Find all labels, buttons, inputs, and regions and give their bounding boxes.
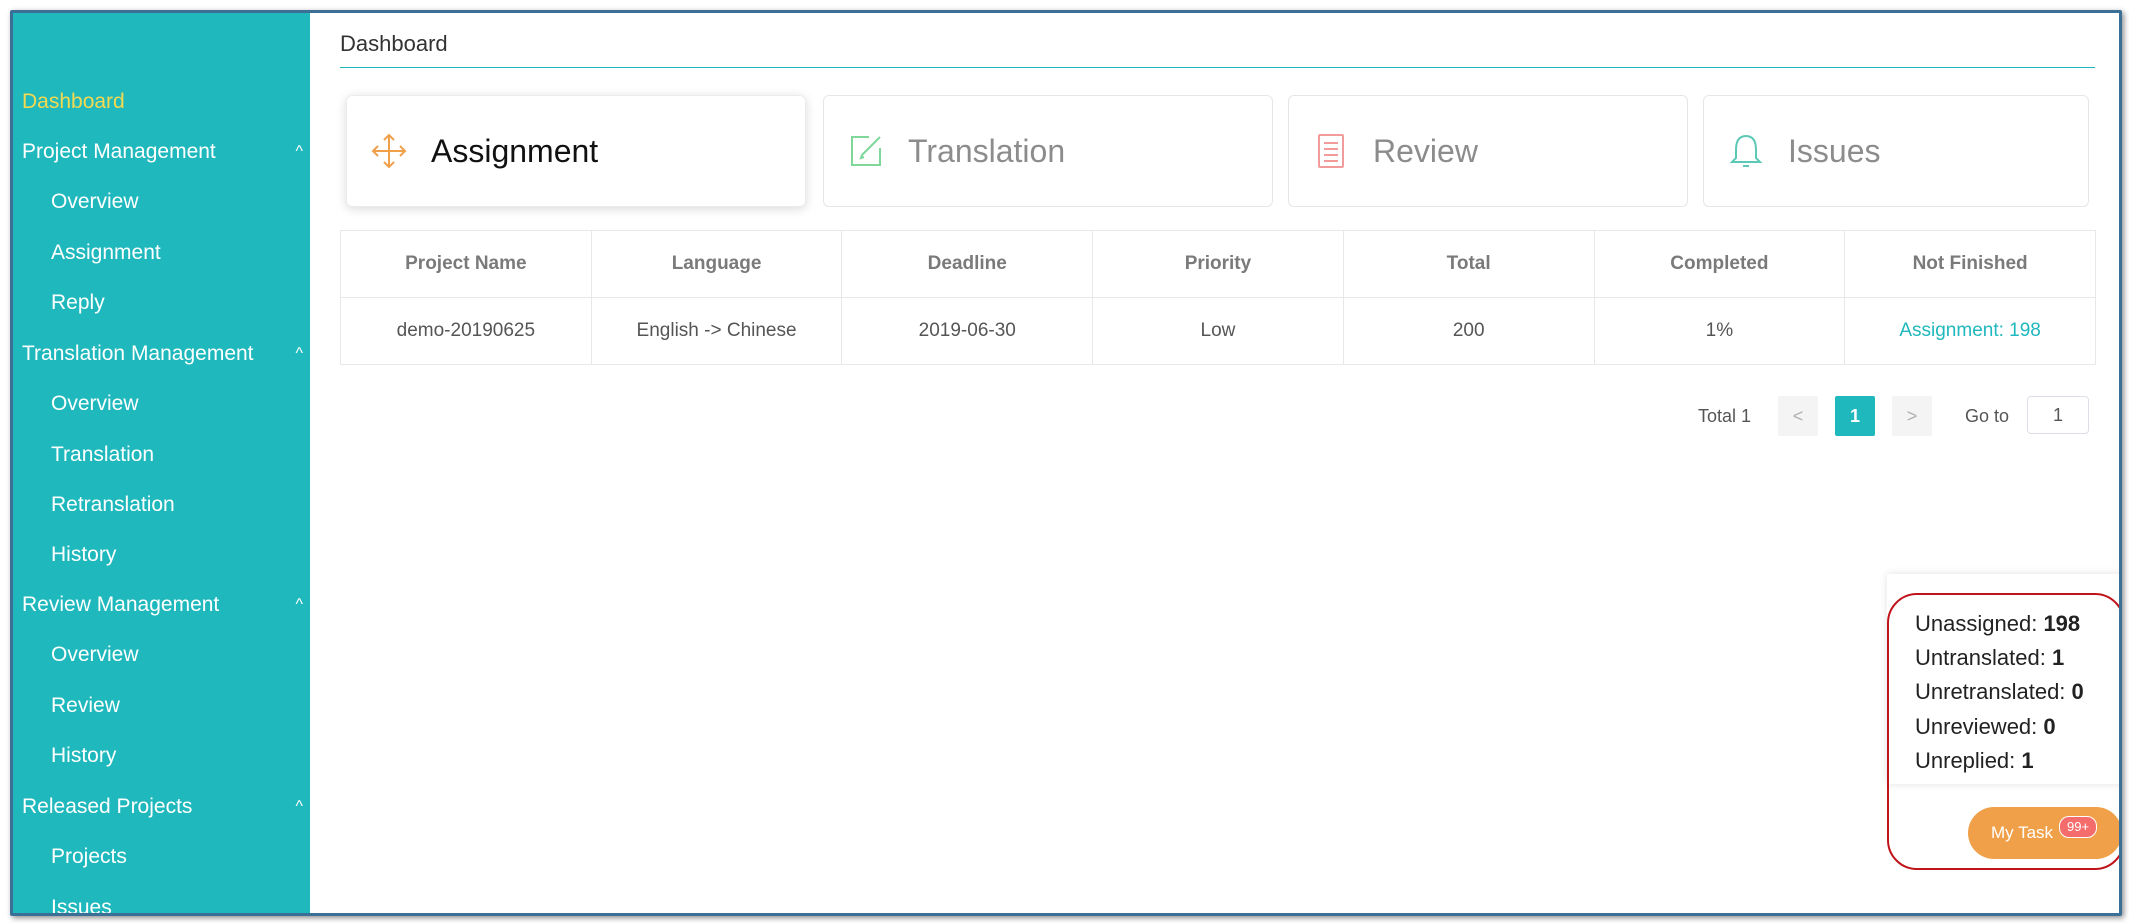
sidebar-item-review-management[interactable]: Review Management ^ (13, 582, 319, 628)
sidebar-item-label: Overview (51, 392, 139, 415)
sidebar-item-label: Projects (51, 845, 127, 868)
goto-page-input[interactable] (2027, 396, 2089, 434)
sidebar-item-translation-history[interactable]: History (13, 532, 348, 578)
sidebar-item-assignment[interactable]: Assignment (13, 230, 348, 276)
sidebar-item-label: Translation (51, 443, 155, 466)
task-summary-item: Unretranslated: 0 (1915, 679, 2084, 705)
goto-label: Go to (1965, 406, 2010, 426)
sidebar-item-retranslation[interactable]: Retranslation (13, 482, 348, 528)
tab-label: Translation (908, 132, 1066, 169)
chevron-up-icon: ^ (295, 798, 303, 815)
sidebar-item-label: Retranslation (51, 493, 175, 516)
tab-review[interactable]: Review (1288, 95, 1688, 207)
tab-label: Issues (1788, 132, 1881, 169)
next-page-button[interactable]: > (1892, 396, 1932, 436)
page-number-button[interactable]: 1 (1835, 396, 1875, 436)
sidebar-item-label: Review (51, 694, 120, 717)
task-summary-label: Untranslated: (1915, 645, 2046, 670)
sidebar-item-issues[interactable]: Issues (13, 885, 348, 916)
sidebar-item-label: History (51, 744, 117, 767)
column-header-completed[interactable]: Completed (1593, 230, 1846, 298)
app-window: Dashboard Project Management ^ Overview A… (10, 10, 2122, 916)
my-task-button[interactable]: My Task 99+ (1968, 807, 2119, 859)
sidebar-item-translation[interactable]: Translation (13, 432, 348, 478)
sidebar-item-label: Translation Management (22, 342, 254, 365)
tab-translation[interactable]: Translation (823, 95, 1273, 207)
breadcrumb: Dashboard (340, 31, 2095, 68)
sidebar-item-label: Dashboard (22, 90, 125, 113)
task-summary-label: Unreviewed: (1915, 714, 2038, 739)
project-table: Project Name Language Deadline Priority … (340, 230, 2096, 365)
task-count-badge: 99+ (2059, 816, 2098, 838)
column-header-priority[interactable]: Priority (1092, 230, 1344, 298)
bell-icon (1726, 131, 1766, 171)
sidebar-item-label: Review Management (22, 593, 220, 616)
cell-priority: Low (1092, 297, 1344, 365)
sidebar-item-label: History (51, 543, 117, 566)
task-summary-value: 0 (2043, 714, 2056, 739)
cell-language: English -> Chinese (590, 297, 843, 365)
cell-project-name: demo-20190625 (340, 297, 592, 365)
task-summary-value: 0 (2071, 679, 2084, 704)
sidebar-item-label: Assignment (51, 241, 161, 264)
task-summary-value: 198 (2043, 611, 2081, 636)
tab-issues[interactable]: Issues (1703, 95, 2089, 207)
sidebar-item-label: Issues (51, 896, 112, 916)
sidebar-item-translation-overview[interactable]: Overview (13, 381, 348, 427)
sidebar-item-project-management[interactable]: Project Management ^ (13, 129, 319, 175)
column-header-project-name[interactable]: Project Name (340, 230, 592, 298)
not-finished-link[interactable]: Assignment: 198 (1844, 297, 2096, 365)
cell-completed: 1% (1593, 297, 1846, 365)
sidebar-item-reply[interactable]: Reply (13, 280, 348, 326)
edit-icon (846, 131, 886, 171)
tab-label: Assignment (431, 132, 599, 169)
pagination-total: Total 1 (1698, 406, 1752, 426)
tab-label: Review (1373, 132, 1478, 169)
sidebar-item-label: Overview (51, 643, 139, 666)
prev-page-button[interactable]: < (1778, 396, 1818, 436)
sidebar-item-dashboard[interactable]: Dashboard (13, 79, 319, 125)
column-header-total[interactable]: Total (1342, 230, 1595, 298)
sidebar-item-released-projects[interactable]: Released Projects ^ (13, 784, 319, 830)
task-summary-panel: Unassigned: 198 Untranslated: 1 Unretran… (1887, 574, 2119, 784)
column-header-deadline[interactable]: Deadline (841, 230, 1094, 298)
sidebar-item-label: Project Management (22, 140, 216, 163)
tab-assignment[interactable]: Assignment (346, 95, 806, 207)
sidebar-item-project-overview[interactable]: Overview (13, 179, 348, 225)
column-header-not-finished[interactable]: Not Finished (1844, 230, 2096, 298)
chevron-up-icon: ^ (295, 345, 303, 362)
column-header-language[interactable]: Language (590, 230, 843, 298)
move-arrows-icon (369, 131, 409, 171)
table-row[interactable]: demo-20190625 English -> Chinese 2019-06… (340, 297, 2096, 365)
sidebar-item-projects[interactable]: Projects (13, 834, 348, 880)
table-header-row: Project Name Language Deadline Priority … (340, 230, 2096, 298)
task-summary-value: 1 (2051, 645, 2065, 670)
sidebar-item-review[interactable]: Review (13, 683, 348, 729)
task-summary-item: Unreplied: 1 (1915, 748, 2034, 774)
task-summary-item: Unassigned: 198 (1915, 611, 2080, 637)
chevron-up-icon: ^ (295, 143, 303, 160)
document-icon (1311, 131, 1351, 171)
task-summary-item: Untranslated: 1 (1915, 645, 2064, 671)
sidebar-item-review-history[interactable]: History (13, 733, 348, 779)
task-summary-label: Unretranslated: (1915, 679, 2066, 704)
sidebar-item-label: Released Projects (22, 795, 193, 818)
cell-deadline: 2019-06-30 (841, 297, 1094, 365)
task-summary-label: Unassigned: (1915, 611, 2038, 636)
cell-total: 200 (1342, 297, 1595, 365)
task-summary-value: 1 (2021, 748, 2034, 773)
my-task-label: My Task (1991, 823, 2054, 842)
sidebar-item-review-overview[interactable]: Overview (13, 632, 348, 678)
sidebar-item-label: Overview (51, 190, 139, 213)
sidebar-item-label: Reply (51, 291, 105, 314)
main-content: Dashboard Assignment Translation Review … (310, 13, 2119, 913)
sidebar: Dashboard Project Management ^ Overview A… (13, 13, 310, 913)
sidebar-item-translation-management[interactable]: Translation Management ^ (13, 331, 319, 377)
chevron-up-icon: ^ (295, 596, 303, 613)
task-summary-label: Unreplied: (1915, 748, 2016, 773)
task-summary-item: Unreviewed: 0 (1915, 714, 2056, 740)
